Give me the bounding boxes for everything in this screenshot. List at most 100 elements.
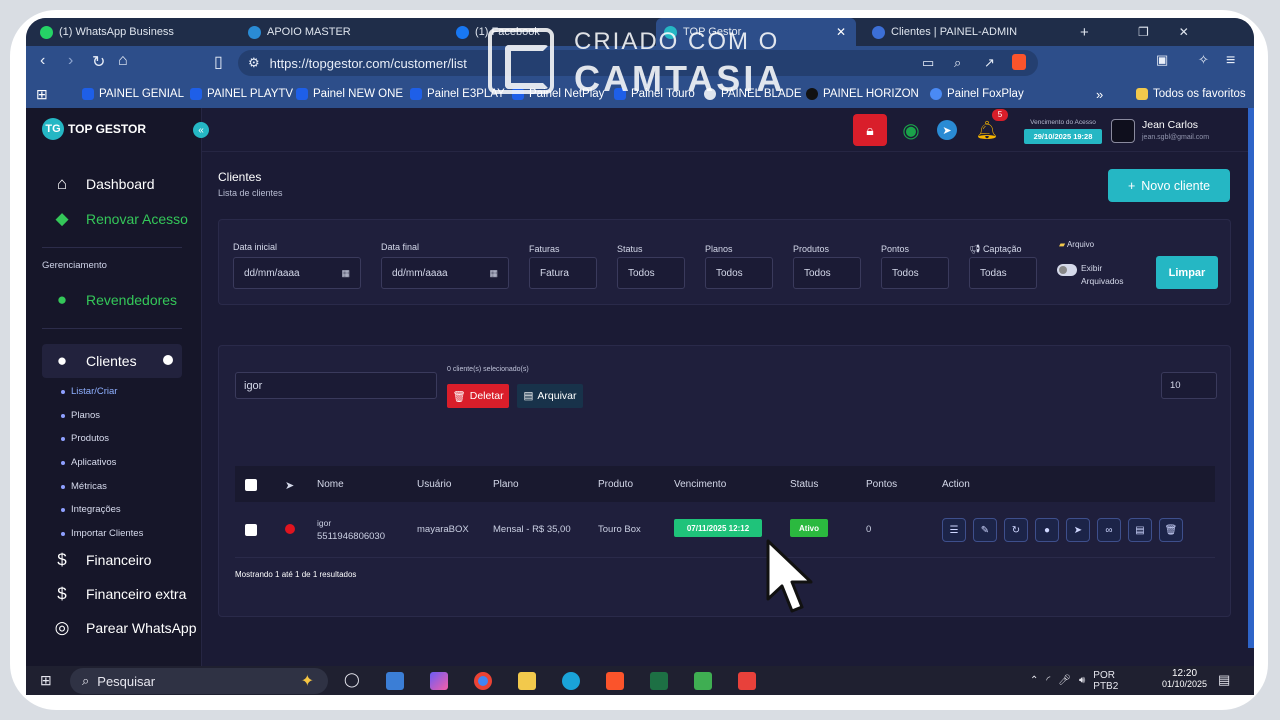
row-checkbox[interactable] (245, 524, 257, 536)
lock-button[interactable]: 🔒︎ (853, 114, 887, 146)
send-button[interactable]: ➤ (1066, 518, 1090, 542)
status-select[interactable]: Todos (617, 257, 685, 289)
tab-whatsapp[interactable]: (1) WhatsApp Business (32, 18, 232, 46)
submenu-planos[interactable]: Planos (61, 410, 100, 421)
notification-center-icon[interactable]: ▤ (1218, 672, 1230, 688)
brave-shield-icon[interactable] (1012, 54, 1026, 70)
wifi-icon[interactable]: ◜ (1046, 675, 1050, 686)
new-client-button[interactable]: + Novo cliente (1108, 169, 1230, 202)
excel-icon[interactable] (650, 672, 668, 690)
column-header[interactable]: Nome (317, 479, 344, 490)
apps-icon[interactable]: ⊞ (36, 80, 48, 108)
column-header[interactable]: Produto (598, 479, 633, 490)
column-header[interactable]: Plano (493, 479, 519, 490)
file-explorer-icon[interactable] (518, 672, 536, 690)
avatar[interactable] (1111, 119, 1135, 143)
volume-icon[interactable]: 🔊︎ (1079, 675, 1085, 686)
forward-icon[interactable]: › (68, 52, 73, 70)
bookmark-item[interactable]: Painel FoxPlay (930, 80, 1024, 108)
sidebar-item-financeiro[interactable]: $ Financeiro (52, 550, 151, 570)
bookmark-item[interactable]: Painel NEW ONE (296, 80, 403, 108)
user-button[interactable]: ● (1035, 518, 1059, 542)
submenu-aplicativos[interactable]: Aplicativos (61, 457, 116, 468)
user-name[interactable]: Jean Carlos (1142, 119, 1198, 131)
sidebar-item-financeiro-extra[interactable]: $ Financeiro extra (52, 584, 186, 604)
column-header[interactable]: Status (790, 479, 818, 490)
zoom-icon[interactable]: ⌕ (954, 55, 961, 71)
column-header[interactable]: Vencimento (674, 479, 726, 490)
delete-button[interactable]: 🗑︎ Deletar (447, 384, 509, 408)
submenu-integracoes[interactable]: Integrações (61, 504, 121, 515)
faturas-select[interactable]: Fatura (529, 257, 597, 289)
taskbar-search[interactable]: ⌕ Pesquisar ✦ (70, 668, 328, 694)
new-tab-button[interactable]: + (1072, 18, 1092, 46)
site-info-icon[interactable]: ⚙ (248, 55, 260, 71)
sidebar-item-dashboard[interactable]: ⌂ Dashboard (52, 174, 155, 194)
archive-button[interactable]: ▤ Arquivar (517, 384, 583, 408)
leo-icon[interactable]: ✧ (1198, 52, 1209, 68)
planos-select[interactable]: Todos (705, 257, 773, 289)
link-button[interactable]: ∞ (1097, 518, 1121, 542)
sidebar-item-clientes[interactable]: ● Clientes (52, 351, 137, 371)
camtasia-green-icon[interactable] (694, 672, 712, 690)
microphone-icon[interactable]: 🎤︎ (1058, 675, 1071, 686)
close-tab-icon[interactable]: ✕ (836, 25, 846, 39)
sidebar-item-renovar[interactable]: ◆ Renovar Acesso (52, 209, 188, 229)
store-icon[interactable] (386, 672, 404, 690)
produtos-select[interactable]: Todos (793, 257, 861, 289)
archive-row-button[interactable]: ▤ (1128, 518, 1152, 542)
start-icon[interactable]: ⊞ (40, 672, 52, 689)
select-all-checkbox[interactable] (245, 479, 257, 491)
data-final-input[interactable]: dd/mm/aaaa ▦ (381, 257, 509, 289)
edit-button[interactable]: ✎ (973, 518, 997, 542)
captacao-select[interactable]: Todas (969, 257, 1037, 289)
bookmark-item[interactable]: PAINEL HORIZON (806, 80, 919, 108)
column-header[interactable]: Usuário (417, 479, 451, 490)
reload-icon[interactable]: ↻ (92, 52, 105, 72)
clock[interactable]: 12:20 01/10/2025 (1162, 668, 1207, 689)
bookmark-icon[interactable]: ▯ (214, 52, 223, 72)
data-inicial-input[interactable]: dd/mm/aaaa ▦ (233, 257, 361, 289)
column-header[interactable]: Pontos (866, 479, 897, 490)
search-input[interactable]: igor (235, 372, 437, 399)
details-button[interactable]: ☰ (942, 518, 966, 542)
exibir-arquivados-toggle[interactable] (1057, 264, 1077, 276)
sidebar-item-revendedores[interactable]: ● Revendedores (52, 290, 177, 310)
scrollbar[interactable] (1248, 108, 1254, 648)
tab-apoio[interactable]: APOIO MASTER (240, 18, 440, 46)
menu-icon[interactable]: ≡ (1226, 52, 1235, 70)
back-icon[interactable]: ‹ (40, 52, 45, 70)
brave-icon[interactable] (606, 672, 624, 690)
submenu-listar[interactable]: Listar/Criar (61, 386, 117, 397)
copilot-icon[interactable] (430, 672, 448, 690)
submenu-importar[interactable]: Importar Clientes (61, 528, 143, 539)
renew-button[interactable]: ↻ (1004, 518, 1028, 542)
calendar-icon[interactable]: ▦ (341, 268, 350, 279)
close-window-icon[interactable]: ✕ (1179, 25, 1189, 39)
tab-painel-admin[interactable]: Clientes | PAINEL-ADMIN (864, 18, 1064, 46)
language-indicator[interactable]: POR PTB2 (1093, 670, 1118, 692)
logo[interactable]: TG TOP GESTOR (42, 118, 146, 140)
submenu-produtos[interactable]: Produtos (61, 433, 109, 444)
limpar-button[interactable]: Limpar (1156, 256, 1218, 289)
home-icon[interactable]: ⌂ (118, 52, 128, 70)
screen-icon[interactable]: ▭ (922, 55, 934, 71)
bookmark-item[interactable]: PAINEL GENIAL (82, 80, 184, 108)
task-view-icon[interactable]: ◯ (344, 671, 360, 688)
more-bookmarks-icon[interactable]: » (1096, 80, 1103, 108)
bookmark-item[interactable]: PAINEL PLAYTV (190, 80, 293, 108)
submenu-metricas[interactable]: Métricas (61, 481, 107, 492)
sidebar-item-parear[interactable]: ◎ Parear WhatsApp (52, 618, 197, 638)
chevron-up-icon[interactable]: ⌃ (1030, 675, 1038, 686)
client-name[interactable]: igor (317, 518, 331, 528)
edge-icon[interactable] (562, 672, 580, 690)
restore-icon[interactable]: ❐ (1138, 25, 1149, 39)
per-page-select[interactable]: 10 (1161, 372, 1217, 399)
table-row[interactable]: igor 5511946806030 mayaraBOX Mensal - R$… (235, 502, 1215, 558)
calendar-icon[interactable]: ▦ (489, 268, 498, 279)
telegram-button[interactable]: ➤ (930, 114, 964, 146)
share-icon[interactable]: ↗ (984, 55, 995, 71)
whatsapp-button[interactable]: ◉ (894, 114, 928, 146)
all-favorites[interactable]: Todos os favoritos (1136, 80, 1246, 108)
sidebar-toggle-icon[interactable]: ▣ (1156, 52, 1168, 68)
